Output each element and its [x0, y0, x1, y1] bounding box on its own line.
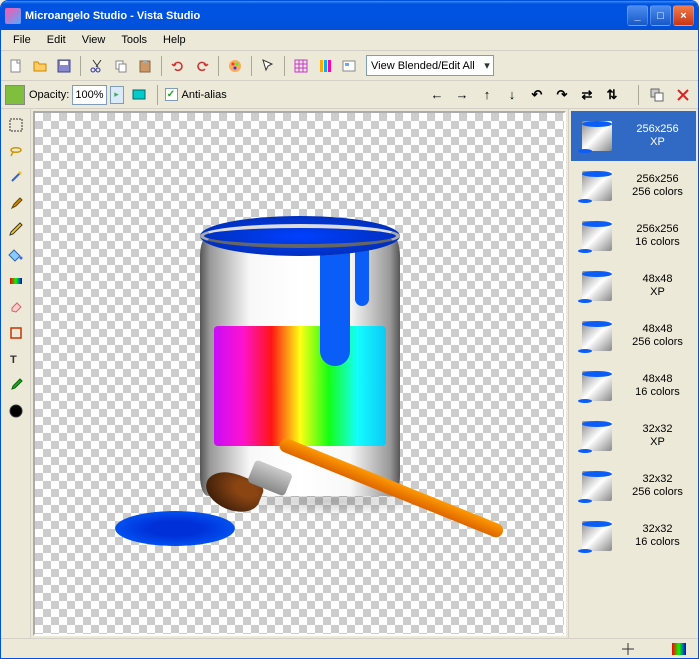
preview-button[interactable] [338, 55, 360, 77]
status-cursor-position [612, 641, 644, 657]
palette-button[interactable] [224, 55, 246, 77]
shape-tool[interactable] [4, 321, 28, 345]
menu-help[interactable]: Help [155, 32, 194, 48]
options-toolbar: Opacity: 100% ▸ ✓ Anti-alias ← → ↑ ↓ ↶ ↷… [1, 81, 698, 109]
antialias-checkbox[interactable]: ✓ [165, 88, 178, 101]
format-thumbnail-icon [576, 365, 618, 407]
new-format-button[interactable] [646, 84, 668, 106]
flip-h-button[interactable]: ⇄ [576, 84, 598, 106]
format-thumbnail-icon [576, 465, 618, 507]
statusbar [1, 638, 698, 658]
canvas[interactable] [33, 111, 566, 636]
format-thumbnail-icon [576, 265, 618, 307]
format-thumbnail-icon [576, 165, 618, 207]
format-item-7[interactable]: 32x32256 colors [571, 461, 696, 511]
format-thumbnail-icon [576, 115, 618, 157]
flip-v-button[interactable]: ⇅ [601, 84, 623, 106]
format-info-label: 32x3216 colors [624, 523, 691, 549]
artwork-paint-can [160, 176, 440, 536]
format-thumbnail-icon [576, 415, 618, 457]
copy-button[interactable] [110, 55, 132, 77]
format-info-label: 32x32256 colors [624, 473, 691, 499]
format-info-label: 256x256256 colors [624, 173, 691, 199]
format-thumbnail-icon [576, 215, 618, 257]
cursor-tool[interactable] [257, 55, 279, 77]
format-info-label: 48x4816 colors [624, 373, 691, 399]
menu-view[interactable]: View [74, 32, 114, 48]
wand-tool[interactable] [4, 165, 28, 189]
format-item-8[interactable]: 32x3216 colors [571, 511, 696, 561]
format-info-label: 256x25616 colors [624, 223, 691, 249]
eraser-tool[interactable] [4, 295, 28, 319]
window-title: Microangelo Studio - Vista Studio [25, 10, 627, 22]
brush-tool[interactable] [4, 191, 28, 215]
menu-tools[interactable]: Tools [113, 32, 155, 48]
application-window: Microangelo Studio - Vista Studio _ □ × … [0, 0, 699, 659]
format-thumbnail-icon [576, 315, 618, 357]
rotate-cw-button[interactable]: ↷ [551, 84, 573, 106]
view-mode-dropdown[interactable]: View Blended/Edit All [366, 55, 494, 76]
delete-format-button[interactable] [672, 84, 694, 106]
opacity-spin-button[interactable]: ▸ [110, 86, 124, 104]
format-info-label: 48x48XP [624, 273, 691, 299]
titlebar[interactable]: Microangelo Studio - Vista Studio _ □ × [1, 1, 698, 30]
app-icon [5, 8, 21, 24]
grid-button[interactable] [290, 55, 312, 77]
format-item-6[interactable]: 32x32XP [571, 411, 696, 461]
nudge-right-button[interactable]: → [451, 84, 473, 106]
eyedropper-tool[interactable] [4, 373, 28, 397]
nudge-up-button[interactable]: ↑ [476, 84, 498, 106]
format-thumbnail-icon [576, 515, 618, 557]
tool-panel: T [1, 109, 31, 638]
gradient-tool[interactable] [4, 269, 28, 293]
selection-tool[interactable] [4, 113, 28, 137]
bucket-tool[interactable] [4, 243, 28, 267]
nudge-left-button[interactable]: ← [426, 84, 448, 106]
menu-edit[interactable]: Edit [39, 32, 74, 48]
antialias-label: Anti-alias [182, 89, 227, 101]
format-info-label: 32x32XP [624, 423, 691, 449]
status-color-info [664, 643, 694, 655]
format-item-3[interactable]: 48x48XP [571, 261, 696, 311]
undo-button[interactable] [167, 55, 189, 77]
screen-icon[interactable] [128, 84, 150, 106]
maximize-button[interactable]: □ [650, 5, 671, 26]
text-tool[interactable]: T [4, 347, 28, 371]
new-button[interactable] [5, 55, 27, 77]
transform-arrows: ← → ↑ ↓ ↶ ↷ ⇄ ⇅ [426, 84, 623, 106]
pencil-tool[interactable] [4, 217, 28, 241]
menu-file[interactable]: File [5, 32, 39, 48]
redo-button[interactable] [191, 55, 213, 77]
foreground-color-swatch[interactable] [5, 85, 25, 105]
format-item-0[interactable]: 256x256XP [571, 111, 696, 161]
body-area: T 256x256XP2 [1, 109, 698, 638]
open-button[interactable] [29, 55, 51, 77]
cut-button[interactable] [86, 55, 108, 77]
opacity-value[interactable]: 100% [75, 89, 103, 101]
close-button[interactable]: × [673, 5, 694, 26]
svg-text:T: T [10, 354, 17, 366]
opacity-label: Opacity: [29, 89, 69, 101]
format-info-label: 48x48256 colors [624, 323, 691, 349]
format-item-1[interactable]: 256x256256 colors [571, 161, 696, 211]
format-list[interactable]: 256x256XP 256x256256 colors 256x25616 colo… [568, 109, 698, 638]
main-toolbar: View Blended/Edit All [1, 51, 698, 81]
rotate-ccw-button[interactable]: ↶ [526, 84, 548, 106]
nudge-down-button[interactable]: ↓ [501, 84, 523, 106]
paste-button[interactable] [134, 55, 156, 77]
format-item-2[interactable]: 256x25616 colors [571, 211, 696, 261]
canvas-area [31, 109, 568, 638]
format-item-5[interactable]: 48x4816 colors [571, 361, 696, 411]
color-picker-tool[interactable] [4, 399, 28, 423]
view-mode-label: View Blended/Edit All [371, 60, 475, 72]
test-button[interactable] [314, 55, 336, 77]
menubar: File Edit View Tools Help [1, 30, 698, 51]
format-info-label: 256x256XP [624, 123, 691, 149]
minimize-button[interactable]: _ [627, 5, 648, 26]
format-item-4[interactable]: 48x48256 colors [571, 311, 696, 361]
save-button[interactable] [53, 55, 75, 77]
lasso-tool[interactable] [4, 139, 28, 163]
